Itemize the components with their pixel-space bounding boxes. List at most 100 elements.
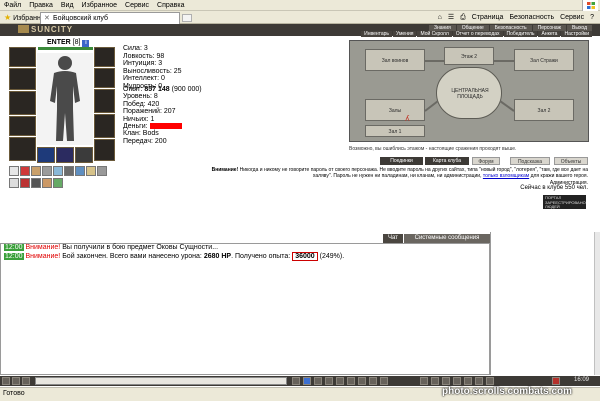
- windows-logo-icon: [582, 0, 598, 11]
- map-note: Возможно, вы ошиблись этажом - настоящие…: [349, 146, 517, 152]
- browser-tab-bar: ★ Избранное ✕ Бойцовский клуб ⌂ ☰ ⎙ Страница…: [0, 11, 600, 24]
- online-count: Сейчас в клубе 550 чел.: [520, 185, 588, 191]
- boots-slot[interactable]: [94, 139, 115, 161]
- lock-icon[interactable]: [464, 377, 472, 385]
- item-icon[interactable]: [42, 166, 52, 176]
- exp-value: 36000: [292, 252, 318, 261]
- party-icon[interactable]: [336, 377, 344, 385]
- info-icon[interactable]: i: [82, 40, 90, 47]
- item-icon[interactable]: [31, 178, 41, 188]
- menu-file[interactable]: Файл: [0, 0, 25, 11]
- item-icon[interactable]: [9, 166, 19, 176]
- earrings-slot[interactable]: [94, 47, 115, 67]
- log-icon[interactable]: [380, 377, 388, 385]
- clan-icon[interactable]: [314, 377, 322, 385]
- menu-favorites[interactable]: Избранное: [78, 0, 121, 11]
- send-icon[interactable]: [292, 377, 300, 385]
- safety-menu[interactable]: Безопасность: [509, 14, 554, 21]
- tools-menu[interactable]: Сервис: [560, 14, 584, 21]
- club-map-button[interactable]: Карта клуба: [425, 157, 469, 165]
- club-map: Зал воинов Этаж 2 Зал Стражи Залы Зал 2 …: [349, 40, 589, 142]
- item-icon[interactable]: [20, 178, 30, 188]
- rings-slot[interactable]: [94, 114, 115, 138]
- helmet-slot[interactable]: [9, 47, 36, 67]
- menu-edit[interactable]: Правка: [25, 0, 57, 11]
- exit-icon[interactable]: [552, 377, 560, 385]
- link-my-scroll[interactable]: Мой Скролл: [417, 31, 452, 37]
- browser-tab[interactable]: ✕ Бойцовский клуб: [40, 12, 180, 24]
- item-icon[interactable]: [75, 166, 85, 176]
- menu-tools[interactable]: Сервис: [121, 0, 153, 11]
- filter-icon[interactable]: [22, 377, 30, 385]
- refresh-icon[interactable]: [453, 377, 461, 385]
- sub-links: Инвентарь Умения Мой Скролл Отчет о перевод…: [360, 30, 592, 37]
- page-menu[interactable]: Страница: [472, 14, 504, 21]
- weapon-slot[interactable]: [9, 68, 36, 90]
- item-icon[interactable]: [64, 166, 74, 176]
- armor-slot[interactable]: [9, 91, 36, 115]
- game-logo: SUNCITY: [18, 24, 73, 36]
- menu-help[interactable]: Справка: [153, 0, 188, 11]
- private-icon[interactable]: [347, 377, 355, 385]
- link-transfer-report[interactable]: Отчет о переводах: [452, 31, 503, 37]
- print-icon[interactable]: ⎙: [460, 14, 466, 21]
- friends-icon[interactable]: [325, 377, 333, 385]
- shield-slot[interactable]: [94, 89, 115, 113]
- link-profile[interactable]: Анкета: [538, 31, 561, 37]
- settings-icon[interactable]: [420, 377, 428, 385]
- item-icon[interactable]: [42, 178, 52, 188]
- browser-toolbar: ⌂ ☰ ⎙ Страница Безопасность Сервис?: [438, 12, 600, 23]
- help-icon[interactable]: ?: [590, 14, 594, 21]
- objects-button[interactable]: Объекты: [554, 157, 588, 165]
- item-icon[interactable]: [86, 166, 96, 176]
- hackers-link[interactable]: только взломщикам: [483, 173, 529, 179]
- link-inventory[interactable]: Инвентарь: [361, 31, 393, 37]
- scrollbar[interactable]: [594, 232, 600, 375]
- rune-slot[interactable]: [37, 147, 55, 163]
- link-winner[interactable]: Победитель: [503, 31, 538, 37]
- menu-view[interactable]: Вид: [57, 0, 78, 11]
- belt-slot[interactable]: [9, 116, 36, 136]
- chat-window[interactable]: 12:00 Внимание! Вы получили в бою предме…: [0, 243, 490, 375]
- translit-icon[interactable]: [303, 377, 311, 385]
- forum-button[interactable]: Форум: [472, 157, 500, 165]
- chat-message: 12:00 Внимание! Бой закончен. Всего вами…: [4, 252, 345, 261]
- tab-chat[interactable]: Чат: [383, 234, 403, 243]
- item-icon[interactable]: [53, 178, 63, 188]
- amulet-slot[interactable]: [94, 68, 115, 88]
- gloves-slot[interactable]: [9, 137, 36, 161]
- battle-icon[interactable]: [369, 377, 377, 385]
- quick-items: [9, 166, 113, 190]
- rune-slot[interactable]: [75, 147, 93, 163]
- tab-system-messages[interactable]: Системные сообщения: [404, 234, 490, 243]
- item-icon[interactable]: [20, 166, 30, 176]
- home-icon[interactable]: ⌂: [438, 14, 442, 21]
- online-list-panel[interactable]: [490, 232, 600, 375]
- item-icon[interactable]: [31, 166, 41, 176]
- rune-slot[interactable]: [56, 147, 74, 163]
- time-icon[interactable]: [486, 377, 494, 385]
- item-icon[interactable]: [97, 166, 107, 176]
- character-records: Опыт: 857 148 (900 000) Уровень: 8 Побед…: [123, 86, 202, 145]
- browser-menu-bar: Файл Правка Вид Избранное Сервис Справка: [0, 0, 600, 11]
- battles-button[interactable]: Поединки: [380, 157, 423, 165]
- password-warning: Внимание! Никогда и никому не говорите п…: [211, 167, 588, 180]
- hint-button[interactable]: Подсказка: [510, 157, 550, 165]
- hp-bar: [38, 47, 93, 50]
- registration-counter[interactable]: ПОРТАЛ ЗАРЕЕСТРИРОВАНО ЛЮДЕЙ: [543, 195, 586, 209]
- trade-icon[interactable]: [358, 377, 366, 385]
- stop-icon[interactable]: [475, 377, 483, 385]
- link-skills[interactable]: Умения: [393, 31, 417, 37]
- clear-icon[interactable]: [12, 377, 20, 385]
- feed-icon[interactable]: ☰: [448, 14, 454, 21]
- watermark: photo.scrolls.combats.com: [442, 386, 573, 397]
- item-icon[interactable]: [53, 166, 63, 176]
- sound-icon[interactable]: [431, 377, 439, 385]
- link-settings[interactable]: Настройки: [561, 31, 592, 37]
- chat-input[interactable]: [35, 377, 287, 385]
- new-tab-button[interactable]: [182, 14, 192, 22]
- item-icon[interactable]: [9, 178, 19, 188]
- money-redacted: [149, 123, 182, 130]
- smile-icon[interactable]: [2, 377, 10, 385]
- font-icon[interactable]: [442, 377, 450, 385]
